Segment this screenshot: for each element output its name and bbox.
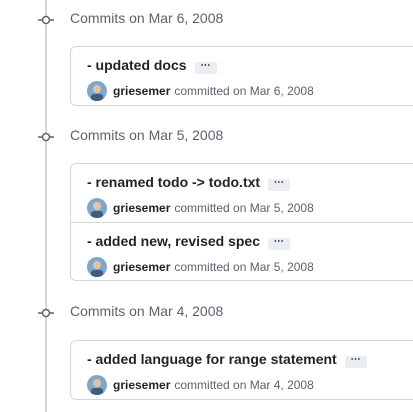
commit-group-header: Commits on Mar 5, 2008 xyxy=(0,124,413,148)
expand-message-button[interactable]: ⋯ xyxy=(194,61,217,74)
expand-message-button[interactable]: ⋯ xyxy=(268,178,291,191)
commit-row: - renamed todo -> todo.txt ⋯ griesemer co… xyxy=(71,164,413,222)
commit-group-title: Commits on Mar 4, 2008 xyxy=(70,303,224,319)
commit-meta: committed on Mar 5, 2008 xyxy=(174,260,314,274)
commit-group-header: Commits on Mar 4, 2008 xyxy=(0,300,413,324)
commit-list: - renamed todo -> todo.txt ⋯ griesemer co… xyxy=(70,163,413,281)
commit-message-link[interactable]: - updated docs xyxy=(87,57,187,73)
commit-group-header: Commits on Mar 6, 2008 xyxy=(0,7,413,31)
user-avatar[interactable] xyxy=(87,81,107,101)
commit-meta: committed on Mar 5, 2008 xyxy=(174,201,314,215)
author-link[interactable]: griesemer xyxy=(113,201,170,215)
commit-list: - added language for range statement ⋯ gr… xyxy=(70,340,413,400)
commit-row: - added new, revised spec ⋯ griesemer com… xyxy=(71,222,413,280)
git-commit-icon xyxy=(38,308,54,318)
commit-row: - added language for range statement ⋯ gr… xyxy=(71,341,413,399)
commit-group-title: Commits on Mar 6, 2008 xyxy=(70,10,224,26)
git-commit-icon xyxy=(38,132,54,142)
user-avatar[interactable] xyxy=(87,375,107,395)
expand-message-button[interactable]: ⋯ xyxy=(268,237,290,250)
commit-meta: committed on Mar 4, 2008 xyxy=(174,378,314,392)
commit-group-title: Commits on Mar 5, 2008 xyxy=(70,127,224,143)
commit-meta: committed on Mar 6, 2008 xyxy=(174,84,314,98)
commit-list: - updated docs ⋯ griesemer committed on M… xyxy=(70,46,413,106)
author-link[interactable]: griesemer xyxy=(113,378,170,392)
user-avatar[interactable] xyxy=(87,257,107,277)
git-commit-icon xyxy=(38,15,54,25)
author-link[interactable]: griesemer xyxy=(113,84,170,98)
commit-message-link[interactable]: - added new, revised spec xyxy=(87,233,260,249)
author-link[interactable]: griesemer xyxy=(113,260,170,274)
commit-row: - updated docs ⋯ griesemer committed on M… xyxy=(71,47,413,105)
timeline-line xyxy=(45,0,47,412)
expand-message-button[interactable]: ⋯ xyxy=(344,355,367,368)
commit-message-link[interactable]: - added language for range statement xyxy=(87,351,337,367)
user-avatar[interactable] xyxy=(87,198,107,218)
commit-message-link[interactable]: - renamed todo -> todo.txt xyxy=(87,174,260,190)
